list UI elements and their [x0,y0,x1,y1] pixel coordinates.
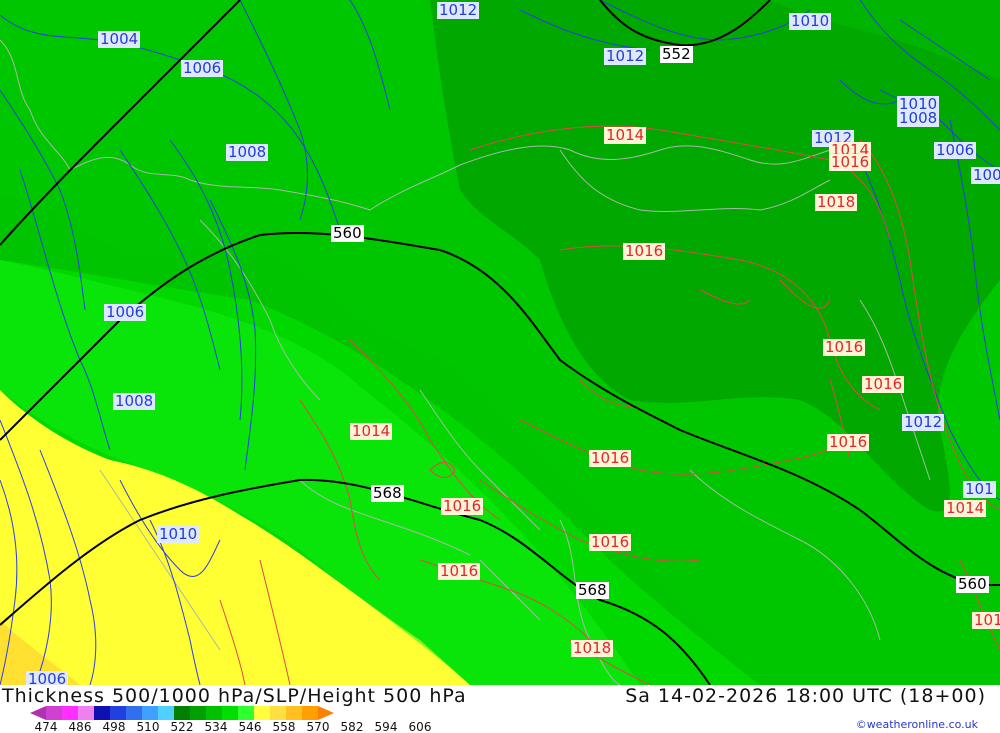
isobar-label: 1004 [98,30,141,48]
isobar-label: 1014 [350,422,393,440]
height-label: 552 [660,45,693,63]
legend-swatch [158,706,174,720]
isobar-label: 1008 [226,143,269,161]
isobar-label: 1012 [902,413,945,431]
legend-swatch [94,706,110,720]
isobar-label: 1016 [438,562,481,580]
isobar-label: 1010 [789,12,832,30]
legend-swatch [110,706,126,720]
height-label: 568 [576,581,609,599]
isobar-label: 1012 [604,47,647,65]
legend-swatch [238,706,254,720]
isobar-label: 101 [972,612,1000,629]
isobar-label: 1016 [441,497,484,515]
legend-tick-label: 510 [136,720,160,733]
isobar-label: 1008 [897,109,940,127]
weather-map-figure: 1004 1006 1008 1012 1012 1010 1010 1008 … [0,0,1000,733]
height-label: 568 [371,484,404,502]
isobar-label: 1016 [823,338,866,356]
isobar-label: 1006 [934,141,977,159]
legend-swatch [318,706,334,720]
legend-swatch [126,706,142,720]
height-label: 560 [956,575,989,593]
legend-swatch [30,706,46,720]
legend-tick-label: 534 [204,720,228,733]
isobar-label: 1006 [104,303,147,321]
map-title: Thickness 500/1000 hPa/SLP/Height 500 hP… [2,685,467,707]
legend-tick-label: 522 [170,720,194,733]
isobar-label: 1016 [623,242,666,260]
isobar-label: 1006 [181,59,224,77]
legend-tick-label: 546 [238,720,262,733]
isobar-label: 100 [971,167,1000,184]
isobar-label: 1018 [571,639,614,657]
credit-text[interactable]: ©weatheronline.co.uk [856,718,978,731]
legend-swatch [78,706,94,720]
legend-swatch [222,706,238,720]
legend-tick-label: 558 [272,720,296,733]
legend-swatch [302,706,318,720]
legend-tick-label: 582 [340,720,364,733]
legend-tick-label: 474 [34,720,58,733]
height-label: 560 [331,224,364,242]
legend-tick-label: 570 [306,720,330,733]
isobar-label: 1016 [827,433,870,451]
isobar-label: 1014 [944,499,987,517]
isobar-label: 1014 [604,126,647,144]
isobar-label: 1008 [113,392,156,410]
isobar-label: 1016 [829,153,872,171]
legend-swatch [62,706,78,720]
legend-tick-label: 486 [68,720,92,733]
isobar-label: 1010 [157,525,200,543]
legend-swatch [46,706,62,720]
legend-swatch [270,706,286,720]
legend-swatch [286,706,302,720]
isobar-label: 1016 [589,449,632,467]
isobar-label: 101 [963,480,996,498]
legend-swatch [174,706,190,720]
legend-tick-label: 606 [408,720,432,733]
isobar-label: 1018 [815,193,858,211]
isobar-label: 1016 [589,533,632,551]
isobar-label: 1012 [437,1,480,19]
isobar-label: 1016 [862,375,905,393]
legend-swatch [206,706,222,720]
legend-tick-label: 594 [374,720,398,733]
map-datetime: Sa 14-02-2026 18:00 UTC (18+00) [625,685,986,707]
legend-swatch [142,706,158,720]
legend-tick-label: 498 [102,720,126,733]
legend-swatch [190,706,206,720]
map-footer: Thickness 500/1000 hPa/SLP/Height 500 hP… [0,685,1000,733]
legend-swatch [254,706,270,720]
legend-colorbar [30,706,334,720]
